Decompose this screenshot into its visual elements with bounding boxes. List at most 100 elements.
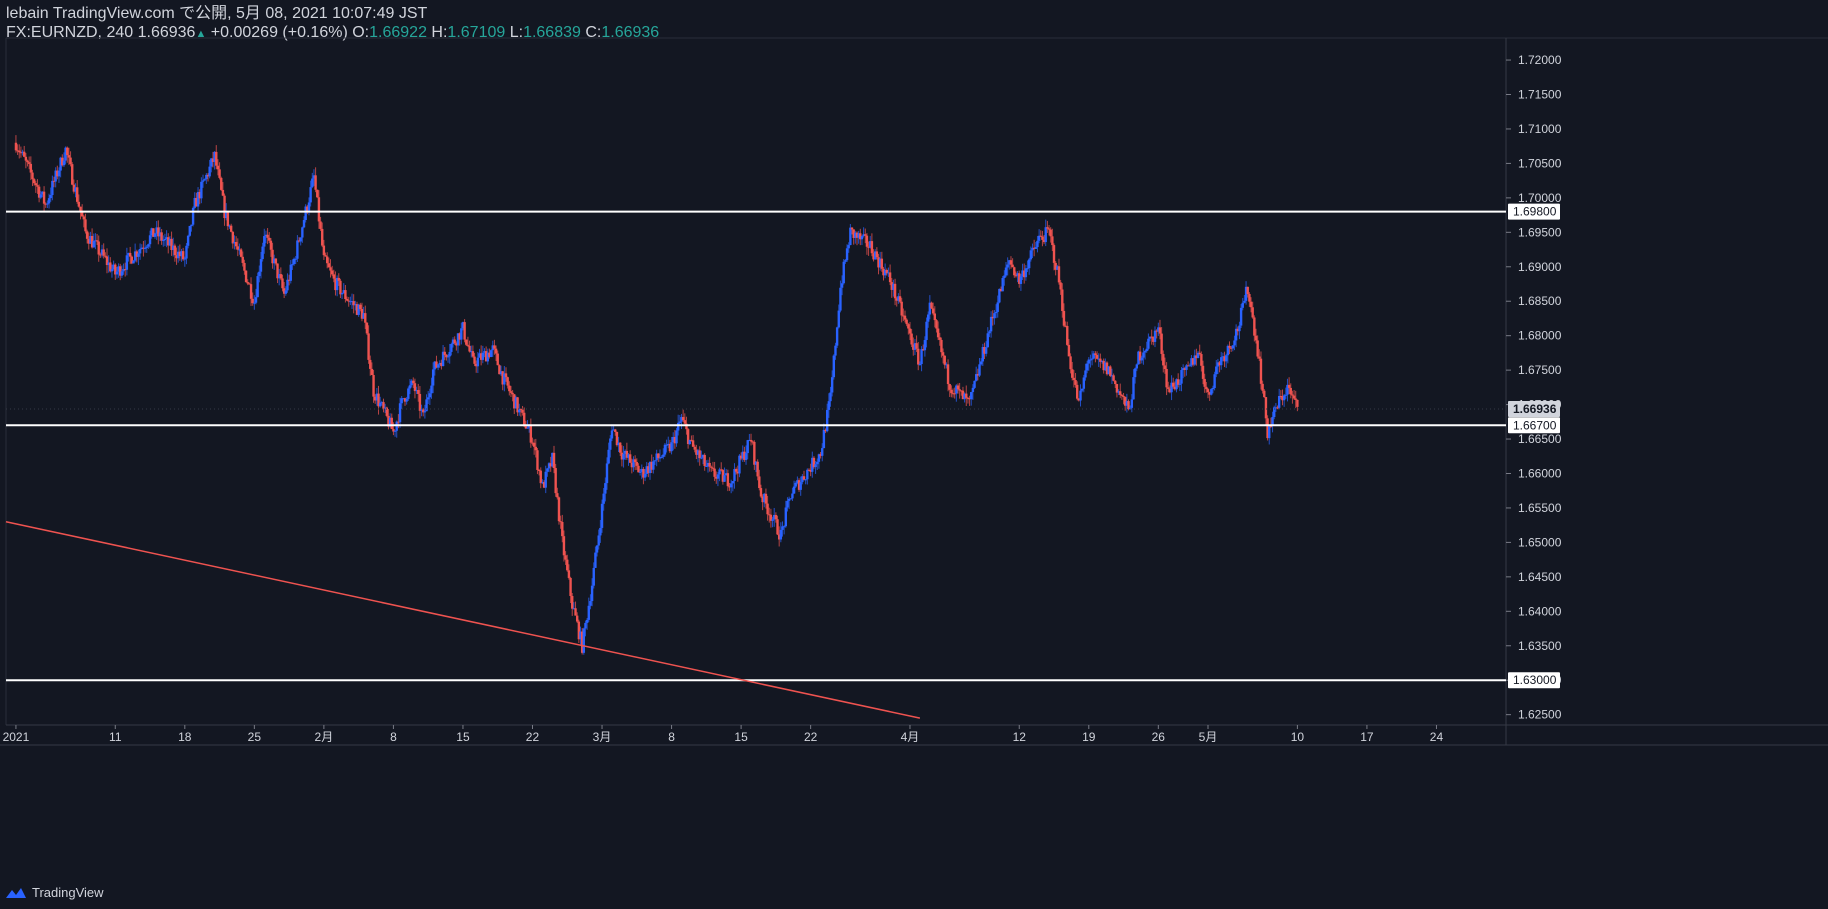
candle xyxy=(1198,344,1201,356)
candle xyxy=(600,499,604,533)
price-axis[interactable]: 1.72000 1.71500 1.71000 1.70500 1.70000 1.695… xyxy=(6,53,1562,722)
candle-body xyxy=(822,429,826,449)
candle-body xyxy=(723,475,726,482)
candle-body xyxy=(965,393,968,398)
candle-body xyxy=(842,261,845,284)
candle xyxy=(973,380,976,390)
candle-body xyxy=(62,160,66,166)
brand-footer[interactable]: TradingView xyxy=(6,885,104,900)
candle xyxy=(1079,384,1082,407)
candle-body xyxy=(316,189,319,198)
candle xyxy=(229,223,233,233)
candle-body xyxy=(390,417,393,430)
candle-body xyxy=(1052,245,1056,263)
candle-body xyxy=(1211,387,1215,390)
candle xyxy=(1220,351,1223,370)
candle-body xyxy=(691,440,695,447)
candle-body xyxy=(582,628,586,653)
candle-body xyxy=(239,249,243,257)
candle-body xyxy=(1239,307,1243,326)
candle-body xyxy=(460,328,463,340)
candle xyxy=(849,224,852,246)
candle xyxy=(286,273,289,293)
candle-body xyxy=(830,377,834,393)
candle xyxy=(218,162,221,180)
price-tick-label: 1.66500 xyxy=(1518,432,1562,446)
candle-body xyxy=(405,398,408,402)
candle-body xyxy=(344,290,347,299)
candle-body xyxy=(162,240,165,242)
candle-body xyxy=(910,333,913,345)
candle-body xyxy=(1069,356,1072,370)
candle xyxy=(817,453,821,469)
candle xyxy=(965,385,968,407)
candle-body xyxy=(95,240,99,242)
candle xyxy=(726,469,730,492)
candle xyxy=(804,479,807,485)
candle-body xyxy=(1135,364,1138,369)
candle xyxy=(42,186,46,212)
candle xyxy=(37,184,41,203)
candle xyxy=(170,231,173,256)
candle xyxy=(1224,353,1228,368)
candle-body xyxy=(986,333,989,348)
candle-body xyxy=(1203,378,1206,387)
time-axis[interactable]: 2021 11 18 25 2月 8 15 22 3月 8 15 22 4月 12 19 26 5月 10 17 24 xyxy=(3,725,1444,744)
candle-body xyxy=(970,392,973,400)
candle-body xyxy=(834,345,837,356)
price-chart[interactable]: 1.72000 1.71500 1.71000 1.70500 1.70000 1.695… xyxy=(0,0,1828,909)
candle-body xyxy=(1165,368,1168,388)
candle-body xyxy=(370,368,374,376)
horizontal-levels[interactable] xyxy=(6,210,1506,682)
candle-body xyxy=(468,345,471,352)
candle-body xyxy=(364,313,367,323)
candle-body xyxy=(1082,377,1086,389)
candle-body xyxy=(956,385,960,390)
candle-body xyxy=(1224,355,1228,362)
candle xyxy=(23,145,26,158)
candle-body xyxy=(940,339,943,353)
candle-body xyxy=(950,389,953,394)
candle-body xyxy=(840,283,844,288)
trendline xyxy=(5,520,921,719)
candle-body xyxy=(408,385,412,389)
candle-body xyxy=(34,183,38,186)
candle-body xyxy=(183,258,187,260)
trendline-layer[interactable] xyxy=(5,520,921,719)
candle-body xyxy=(428,393,432,398)
candle xyxy=(1024,265,1028,281)
candle xyxy=(340,292,344,300)
candle-body xyxy=(1246,286,1249,295)
candle-body xyxy=(1071,369,1074,378)
candle-body xyxy=(443,351,446,355)
candle-body xyxy=(534,446,538,451)
candle-body xyxy=(1011,264,1014,268)
candle-body xyxy=(1006,264,1009,268)
candle xyxy=(395,420,398,438)
candle-body xyxy=(766,503,769,515)
candle-body xyxy=(935,320,938,329)
candle xyxy=(436,363,440,371)
candle-body xyxy=(476,357,480,367)
candle-body xyxy=(39,194,42,198)
candle-body xyxy=(610,430,614,439)
candle xyxy=(147,243,150,249)
candle-body xyxy=(521,409,524,413)
candle xyxy=(888,264,892,286)
candle-body xyxy=(321,228,324,246)
candle xyxy=(385,406,388,418)
candle-body xyxy=(1284,394,1288,396)
candle-body xyxy=(481,352,485,360)
candle-body xyxy=(99,254,102,256)
candle-body xyxy=(1089,359,1092,361)
candle-body xyxy=(324,255,327,257)
candle xyxy=(1057,258,1061,285)
candle-body xyxy=(1296,399,1299,407)
candle-body xyxy=(412,380,415,384)
candle-body xyxy=(933,313,937,321)
candle-body xyxy=(23,151,26,157)
candle-body xyxy=(988,331,991,334)
candle-body xyxy=(426,397,430,400)
candle-body xyxy=(1215,366,1218,375)
candle-body xyxy=(1003,275,1006,279)
